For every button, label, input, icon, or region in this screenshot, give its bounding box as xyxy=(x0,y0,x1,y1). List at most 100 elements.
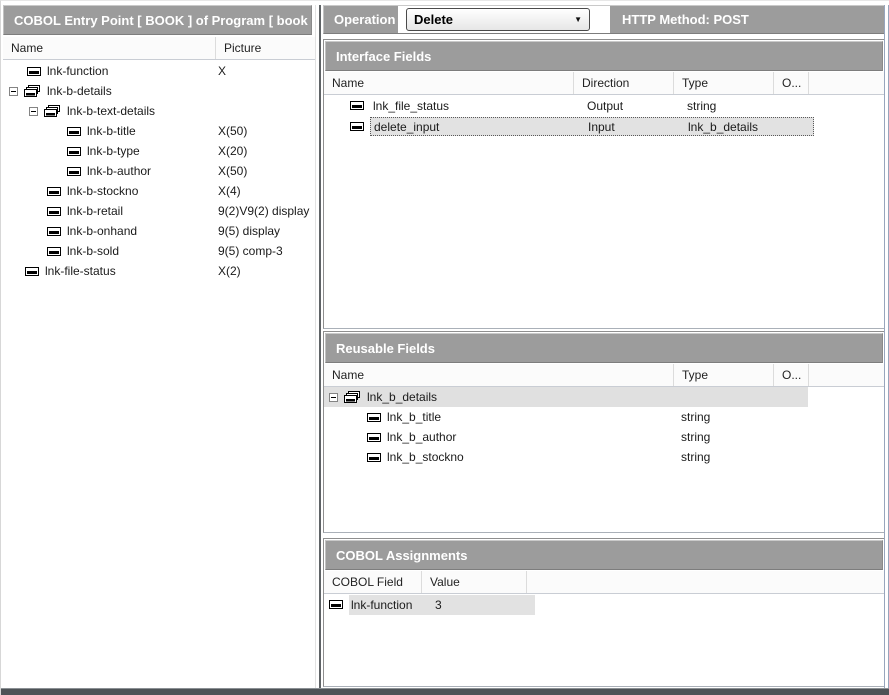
interface-field-cells: delete_input Input lnk_b_details xyxy=(370,117,814,136)
tree-item-label: lnk-b-details xyxy=(47,84,112,98)
field-icon xyxy=(47,187,61,196)
tree-item-label: lnk-file-status xyxy=(45,264,116,278)
field-name: delete_input xyxy=(374,120,439,134)
picture-value: 9(5) display xyxy=(218,224,280,238)
interface-fields-title: Interface Fields xyxy=(325,41,883,71)
tree-row[interactable]: lnk-b-text-details xyxy=(3,101,316,121)
cobol-assignments-section: COBOL Assignments COBOL Field Value lnk-… xyxy=(323,538,885,687)
picture-value: X(50) xyxy=(218,124,247,138)
tree-item-label: lnk-b-text-details xyxy=(67,104,155,118)
tree-row[interactable]: lnk-b-sold 9(5) comp-3 xyxy=(3,241,316,261)
reusable-field-row[interactable]: lnk_b_stockno string xyxy=(324,447,884,467)
interface-fields-section: Interface Fields Name Direction Type O..… xyxy=(323,39,885,329)
cobol-assignment-row[interactable]: lnk-function 3 xyxy=(324,594,884,615)
tree-row[interactable]: lnk-b-title X(50) xyxy=(3,121,316,141)
field-icon xyxy=(47,207,61,216)
group-icon xyxy=(24,85,41,97)
column-header-cobol-field: COBOL Field xyxy=(324,571,422,593)
interface-field-row[interactable]: lnk_file_status Output string xyxy=(324,95,884,116)
left-panel-title: COBOL Entry Point [ BOOK ] of Program [ … xyxy=(3,5,312,35)
reusable-fields-column-header: Name Type O... xyxy=(324,364,884,387)
reusable-field-row[interactable]: lnk_b_title string xyxy=(324,407,884,427)
tree-row[interactable]: lnk-b-type X(20) xyxy=(3,141,316,161)
left-column-header: Name Picture xyxy=(3,37,316,60)
chevron-down-icon: ▼ xyxy=(574,15,582,24)
picture-value: X xyxy=(218,64,226,78)
column-header-name: Name xyxy=(324,364,674,386)
picture-value: X(4) xyxy=(218,184,241,198)
interface-fields-column-header: Name Direction Type O... xyxy=(324,72,884,95)
panel-divider-highlight xyxy=(315,5,316,688)
cobol-field-value: 3 xyxy=(435,598,442,612)
field-type: string xyxy=(687,99,716,113)
field-icon xyxy=(329,600,343,609)
picture-value: X(20) xyxy=(218,144,247,158)
tree-row[interactable]: lnk-b-stockno X(4) xyxy=(3,181,316,201)
field-icon xyxy=(67,127,81,136)
operation-dropdown-backdrop: Delete ▼ xyxy=(398,6,610,33)
operation-dropdown-value: Delete xyxy=(414,12,453,27)
picture-value: X(2) xyxy=(218,264,241,278)
field-direction: Input xyxy=(588,120,615,134)
panel-splitter[interactable] xyxy=(319,5,321,688)
http-method-label: HTTP Method: POST xyxy=(622,6,749,33)
column-header-name: Name xyxy=(324,72,574,94)
reusable-field-row[interactable]: lnk_b_author string xyxy=(324,427,884,447)
tree-item-label: lnk-function xyxy=(47,64,108,78)
tree-row[interactable]: lnk-b-retail 9(2)V9(2) display xyxy=(3,201,316,221)
column-header-direction: Direction xyxy=(574,72,674,94)
field-name: lnk_file_status xyxy=(373,99,449,113)
cobol-structure-tree: lnk-function X lnk-b-details lnk-b-text-… xyxy=(3,61,316,281)
column-header-more: O... xyxy=(774,364,809,386)
column-header-filler xyxy=(527,571,884,593)
column-header-value: Value xyxy=(422,571,527,593)
field-type: string xyxy=(681,430,710,444)
field-type: string xyxy=(681,450,710,464)
field-name: lnk_b_author xyxy=(387,430,456,444)
picture-value: 9(5) comp-3 xyxy=(218,244,283,258)
operation-bar: Operation Delete ▼ HTTP Method: POST xyxy=(323,5,885,34)
field-type: lnk_b_details xyxy=(688,120,758,134)
field-type: string xyxy=(681,410,710,424)
operation-label: Operation xyxy=(334,6,395,33)
mapping-detail-panel: Operation Delete ▼ HTTP Method: POST Int… xyxy=(323,1,885,689)
picture-value: 9(2)V9(2) display xyxy=(218,204,309,218)
cobol-assignment-cells: lnk-function 3 xyxy=(349,595,535,615)
column-header-more: O... xyxy=(774,72,809,94)
tree-row[interactable]: lnk-function X xyxy=(3,61,316,81)
field-icon xyxy=(67,147,81,156)
reusable-field-row-highlighted[interactable]: lnk_b_details xyxy=(324,387,884,407)
field-icon xyxy=(25,267,39,276)
collapse-toggle-icon[interactable] xyxy=(9,87,18,96)
tree-row[interactable]: lnk-b-details xyxy=(3,81,316,101)
field-icon xyxy=(67,167,81,176)
group-icon xyxy=(344,391,361,403)
tree-item-label: lnk-b-onhand xyxy=(67,224,137,238)
column-header-filler xyxy=(809,72,884,94)
field-icon xyxy=(350,101,364,110)
tree-item-label: lnk-b-title xyxy=(87,124,136,138)
field-name: lnk_b_stockno xyxy=(387,450,464,464)
field-name: lnk_b_details xyxy=(367,390,437,404)
field-icon xyxy=(367,453,381,462)
tree-row[interactable]: lnk-b-onhand 9(5) display xyxy=(3,221,316,241)
column-header-filler xyxy=(809,364,884,386)
cobol-field-name: lnk-function xyxy=(351,598,412,612)
field-icon xyxy=(350,122,364,131)
column-header-type: Type xyxy=(674,364,774,386)
field-direction: Output xyxy=(587,99,623,113)
tree-row[interactable]: lnk-b-author X(50) xyxy=(3,161,316,181)
cobol-entry-point-panel: COBOL Entry Point [ BOOK ] of Program [ … xyxy=(3,5,315,689)
tree-item-label: lnk-b-type xyxy=(87,144,140,158)
cobol-assignments-column-header: COBOL Field Value xyxy=(324,571,884,594)
column-header-name: Name xyxy=(3,37,216,59)
reusable-fields-section: Reusable Fields Name Type O... lnk_b_det… xyxy=(323,331,885,533)
column-header-type: Type xyxy=(674,72,774,94)
collapse-toggle-icon[interactable] xyxy=(29,107,38,116)
right-scroll-strip[interactable] xyxy=(884,5,889,688)
mapping-window: COBOL Entry Point [ BOOK ] of Program [ … xyxy=(0,0,889,695)
operation-dropdown[interactable]: Delete ▼ xyxy=(406,8,590,31)
interface-field-row-selected[interactable]: delete_input Input lnk_b_details xyxy=(324,116,884,137)
collapse-toggle-icon[interactable] xyxy=(329,393,338,402)
tree-row[interactable]: lnk-file-status X(2) xyxy=(3,261,316,281)
